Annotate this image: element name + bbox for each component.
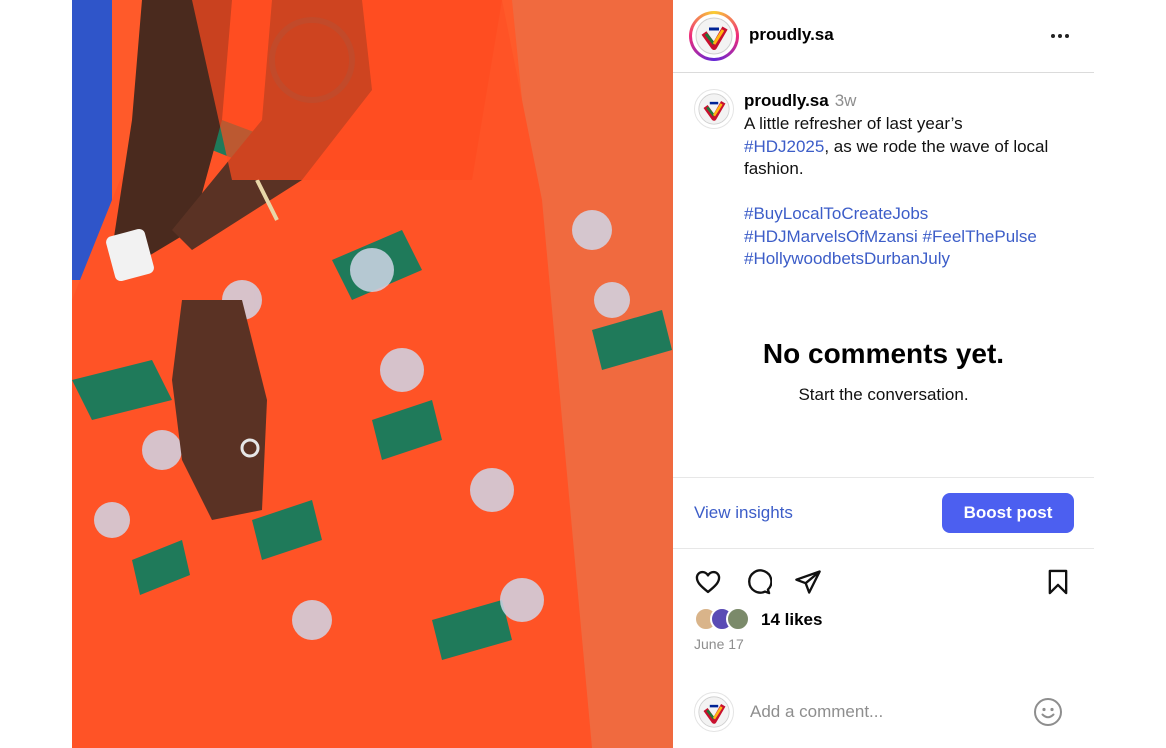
caption-avatar[interactable]	[694, 89, 734, 129]
divider	[673, 548, 1094, 549]
post-photo[interactable]	[72, 0, 673, 748]
empty-comments-subtitle: Start the conversation.	[798, 385, 969, 404]
divider	[673, 477, 1094, 478]
post-date: June 17	[694, 636, 744, 652]
post-header: proudly.sa	[673, 0, 1094, 73]
caption-username[interactable]: proudly.sa	[744, 91, 829, 110]
avatar	[726, 607, 750, 631]
caption-text: A little refresher of last year’s #HDJ20…	[744, 114, 1049, 268]
post-side-panel: proudly.sa proudly.sa 3w A little refresh…	[673, 0, 1094, 748]
likes-count[interactable]: 14 likes	[761, 610, 822, 630]
header-username[interactable]: proudly.sa	[749, 25, 834, 45]
hashtag-link[interactable]: #FeelThePulse	[923, 227, 1037, 246]
hashtag-link[interactable]: #HollywoodbetsDurbanJuly	[744, 249, 950, 268]
instagram-post-view: proudly.sa proudly.sa 3w A little refresh…	[0, 0, 1166, 748]
dress-photo-illustration	[72, 0, 673, 748]
composer-avatar	[694, 692, 734, 732]
proudly-sa-logo	[698, 696, 730, 728]
empty-comments-title: No comments yet.	[762, 338, 1005, 369]
hashtag-link[interactable]: #BuyLocalToCreateJobs	[744, 204, 928, 223]
proudly-sa-logo	[698, 93, 730, 125]
proudly-sa-logo	[695, 17, 733, 55]
heart-icon[interactable]	[692, 566, 724, 598]
view-insights-link[interactable]: View insights	[694, 503, 793, 523]
boost-post-button[interactable]: Boost post	[942, 493, 1074, 533]
comment-input[interactable]	[750, 699, 1020, 725]
caption-meta: proudly.sa 3w	[744, 91, 856, 111]
more-horizontal-icon[interactable]	[1045, 22, 1075, 50]
liked-by-avatars[interactable]	[694, 607, 760, 633]
profile-avatar-story-ring[interactable]	[689, 11, 739, 61]
bookmark-icon[interactable]	[1042, 566, 1074, 598]
share-icon[interactable]	[792, 566, 824, 598]
smiley-icon[interactable]	[1033, 697, 1063, 727]
hashtag-link[interactable]: #HDJMarvelsOfMzansi	[744, 227, 918, 246]
comment-icon[interactable]	[742, 566, 774, 598]
caption-timestamp[interactable]: 3w	[835, 91, 857, 110]
hashtag-link[interactable]: #HDJ2025	[744, 137, 824, 156]
